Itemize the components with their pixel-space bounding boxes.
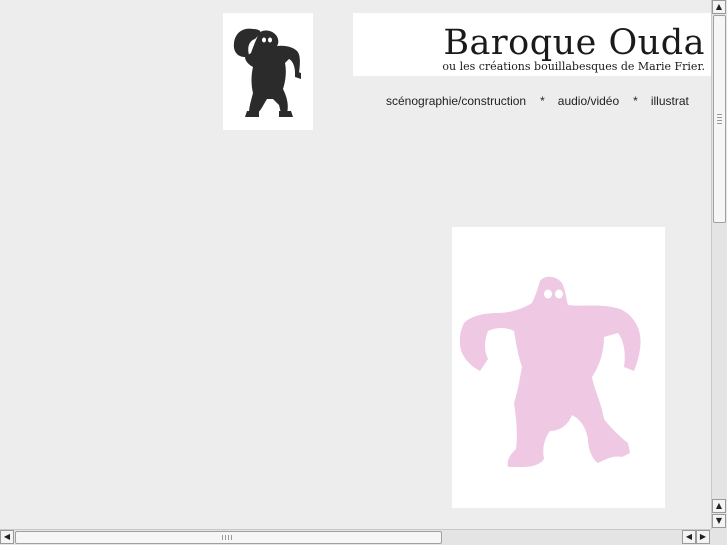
nav-separator: * <box>540 94 545 108</box>
grip-icon <box>717 114 722 124</box>
nav-link-illustration[interactable]: illustrat <box>651 94 689 108</box>
site-subtitle: ou les créations bouillabesques de Marie… <box>442 60 705 73</box>
scroll-right-button[interactable]: ▶ <box>696 530 710 544</box>
logo-image[interactable] <box>223 13 313 130</box>
page-viewport: Baroque Ouda ou les créations bouillabes… <box>0 0 711 529</box>
feature-image[interactable] <box>452 227 665 508</box>
main-nav: scénographie/construction * audio/vidéo * il… <box>386 94 689 108</box>
grip-icon <box>222 535 234 540</box>
pink-gorilla-icon <box>459 276 641 467</box>
site-header: Baroque Ouda ou les créations bouillabes… <box>353 13 711 76</box>
scroll-left-button[interactable]: ◀ <box>682 530 696 544</box>
nav-link-scenographie[interactable]: scénographie/construction <box>386 94 526 108</box>
scroll-up-button[interactable]: ▲ <box>712 499 726 513</box>
scroll-left-button[interactable]: ◀ <box>0 530 14 544</box>
nav-link-audio-video[interactable]: audio/vidéo <box>558 94 619 108</box>
site-title[interactable]: Baroque Ouda <box>443 23 705 63</box>
scrollbar-corner <box>711 529 727 545</box>
nav-separator: * <box>633 94 638 108</box>
horizontal-scroll-thumb[interactable] <box>15 531 442 544</box>
vertical-scroll-thumb[interactable] <box>713 15 726 223</box>
vertical-scrollbar[interactable]: ▲ ▲ ▼ <box>711 0 727 529</box>
horizontal-scrollbar[interactable]: ◀ ◀ ▶ <box>0 529 711 545</box>
scroll-up-button[interactable]: ▲ <box>712 0 726 14</box>
gorilla-logo-icon <box>233 28 301 117</box>
scroll-down-button[interactable]: ▼ <box>712 514 726 528</box>
